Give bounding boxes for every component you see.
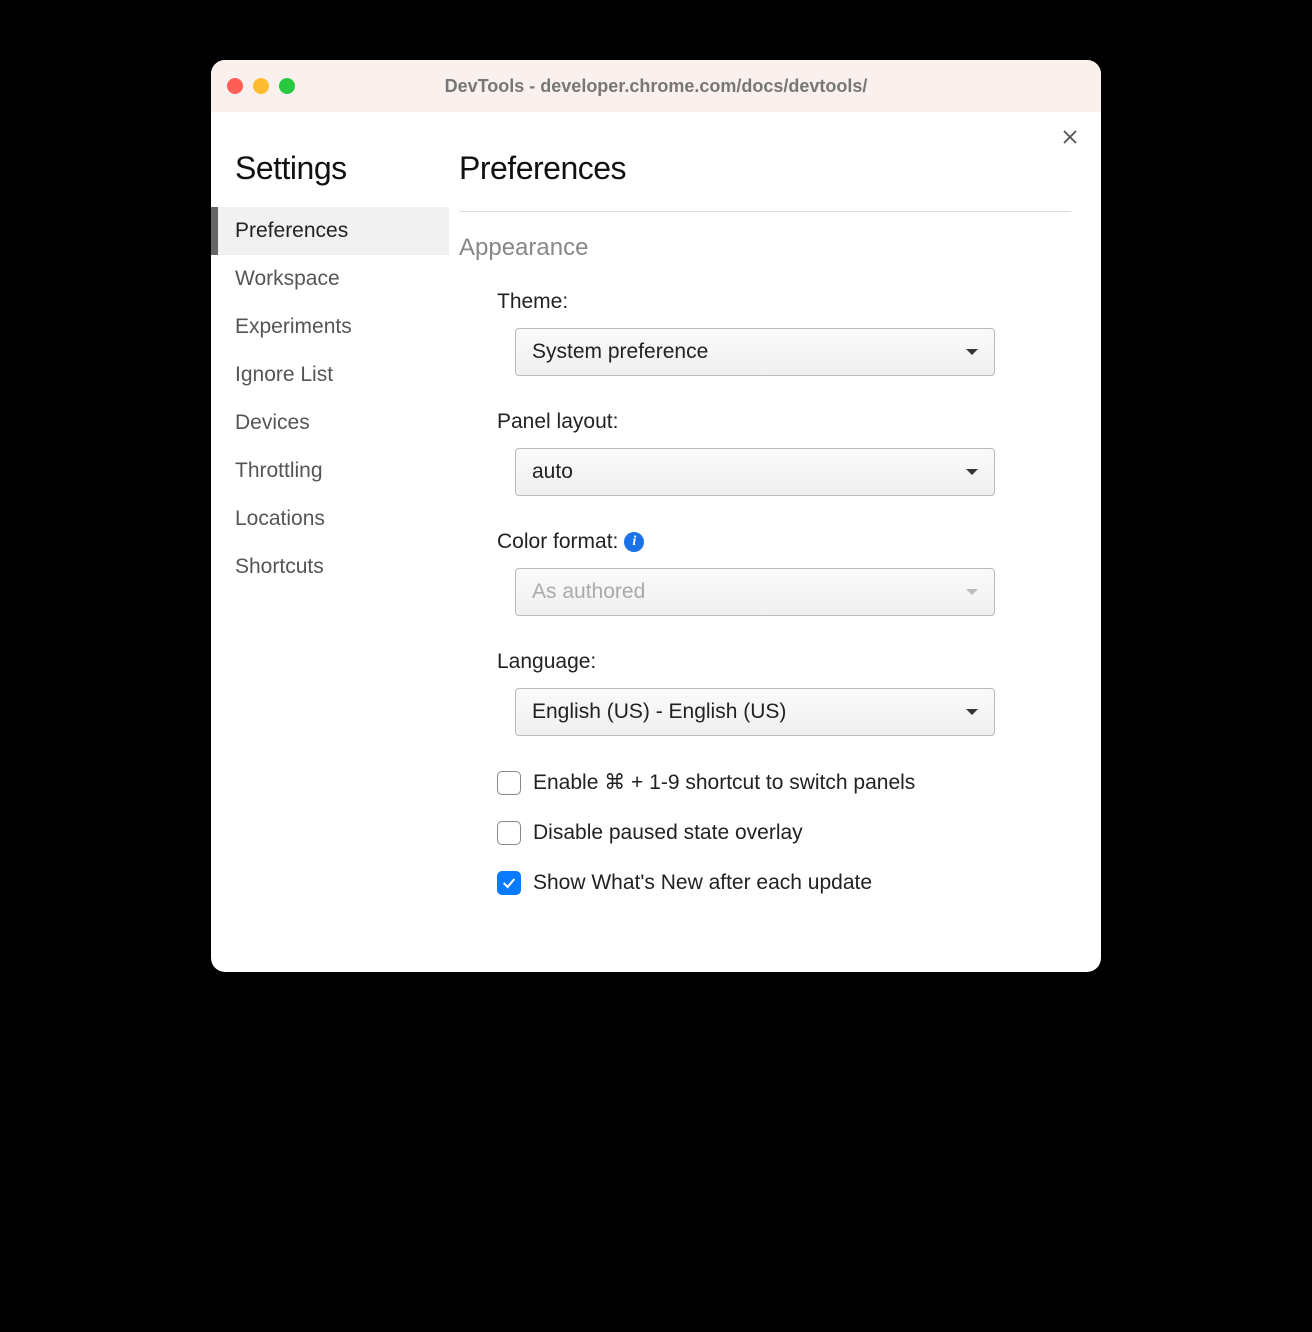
theme-field: Theme: System preference xyxy=(497,290,1071,376)
devtools-window: DevTools - developer.chrome.com/docs/dev… xyxy=(211,60,1101,972)
color-format-value: As authored xyxy=(532,580,645,604)
window-title: DevTools - developer.chrome.com/docs/dev… xyxy=(211,76,1101,97)
sidebar-item-label: Preferences xyxy=(235,219,348,242)
sidebar-item-workspace[interactable]: Workspace xyxy=(211,255,449,303)
content: Settings Preferences Workspace Experimen… xyxy=(211,112,1101,972)
sidebar-item-throttling[interactable]: Throttling xyxy=(211,447,449,495)
color-format-field: Color format: i As authored xyxy=(497,530,1071,616)
sidebar-item-locations[interactable]: Locations xyxy=(211,495,449,543)
sidebar-item-label: Experiments xyxy=(235,315,352,338)
chevron-down-icon xyxy=(966,349,978,355)
close-settings-button[interactable] xyxy=(1061,128,1079,152)
color-format-select: As authored xyxy=(515,568,995,616)
sidebar-item-label: Devices xyxy=(235,411,310,434)
main-panel: Preferences Appearance Theme: System pre… xyxy=(449,112,1101,972)
checkbox-label: Show What's New after each update xyxy=(533,871,872,895)
disable-paused-overlay-checkbox-row[interactable]: Disable paused state overlay xyxy=(497,821,1071,845)
color-format-label-text: Color format: xyxy=(497,530,618,554)
checkbox-label: Disable paused state overlay xyxy=(533,821,803,845)
theme-label: Theme: xyxy=(497,290,1071,314)
sidebar-item-label: Throttling xyxy=(235,459,323,482)
panel-layout-label: Panel layout: xyxy=(497,410,1071,434)
language-select[interactable]: English (US) - English (US) xyxy=(515,688,995,736)
check-icon xyxy=(501,875,517,891)
sidebar-item-shortcuts[interactable]: Shortcuts xyxy=(211,543,449,591)
enable-shortcut-checkbox-row[interactable]: Enable ⌘ + 1-9 shortcut to switch panels xyxy=(497,770,1071,795)
panel-layout-field: Panel layout: auto xyxy=(497,410,1071,496)
color-format-label: Color format: i xyxy=(497,530,1071,554)
sidebar-item-experiments[interactable]: Experiments xyxy=(211,303,449,351)
language-label: Language: xyxy=(497,650,1071,674)
maximize-window-button[interactable] xyxy=(279,78,295,94)
chevron-down-icon xyxy=(966,469,978,475)
close-window-button[interactable] xyxy=(227,78,243,94)
theme-select[interactable]: System preference xyxy=(515,328,995,376)
traffic-lights xyxy=(227,78,295,94)
sidebar-item-ignore-list[interactable]: Ignore List xyxy=(211,351,449,399)
panel-layout-select[interactable]: auto xyxy=(515,448,995,496)
sidebar-item-devices[interactable]: Devices xyxy=(211,399,449,447)
checkbox-unchecked[interactable] xyxy=(497,821,521,845)
sidebar: Settings Preferences Workspace Experimen… xyxy=(211,112,449,972)
show-whats-new-checkbox-row[interactable]: Show What's New after each update xyxy=(497,871,1071,895)
chevron-down-icon xyxy=(966,709,978,715)
info-icon[interactable]: i xyxy=(624,532,644,552)
sidebar-title: Settings xyxy=(211,150,449,207)
page-title: Preferences xyxy=(459,150,1071,212)
checkbox-checked[interactable] xyxy=(497,871,521,895)
sidebar-item-label: Workspace xyxy=(235,267,340,290)
close-icon xyxy=(1061,128,1079,146)
panel-layout-value: auto xyxy=(532,460,573,484)
checkbox-label: Enable ⌘ + 1-9 shortcut to switch panels xyxy=(533,770,915,795)
titlebar: DevTools - developer.chrome.com/docs/dev… xyxy=(211,60,1101,112)
sidebar-item-label: Ignore List xyxy=(235,363,333,386)
language-field: Language: English (US) - English (US) xyxy=(497,650,1071,736)
theme-value: System preference xyxy=(532,340,708,364)
sidebar-item-preferences[interactable]: Preferences xyxy=(211,207,449,255)
language-value: English (US) - English (US) xyxy=(532,700,786,724)
chevron-down-icon xyxy=(966,589,978,595)
sidebar-item-label: Shortcuts xyxy=(235,555,324,578)
section-appearance: Appearance xyxy=(459,234,1071,262)
sidebar-item-label: Locations xyxy=(235,507,325,530)
checkbox-unchecked[interactable] xyxy=(497,771,521,795)
minimize-window-button[interactable] xyxy=(253,78,269,94)
